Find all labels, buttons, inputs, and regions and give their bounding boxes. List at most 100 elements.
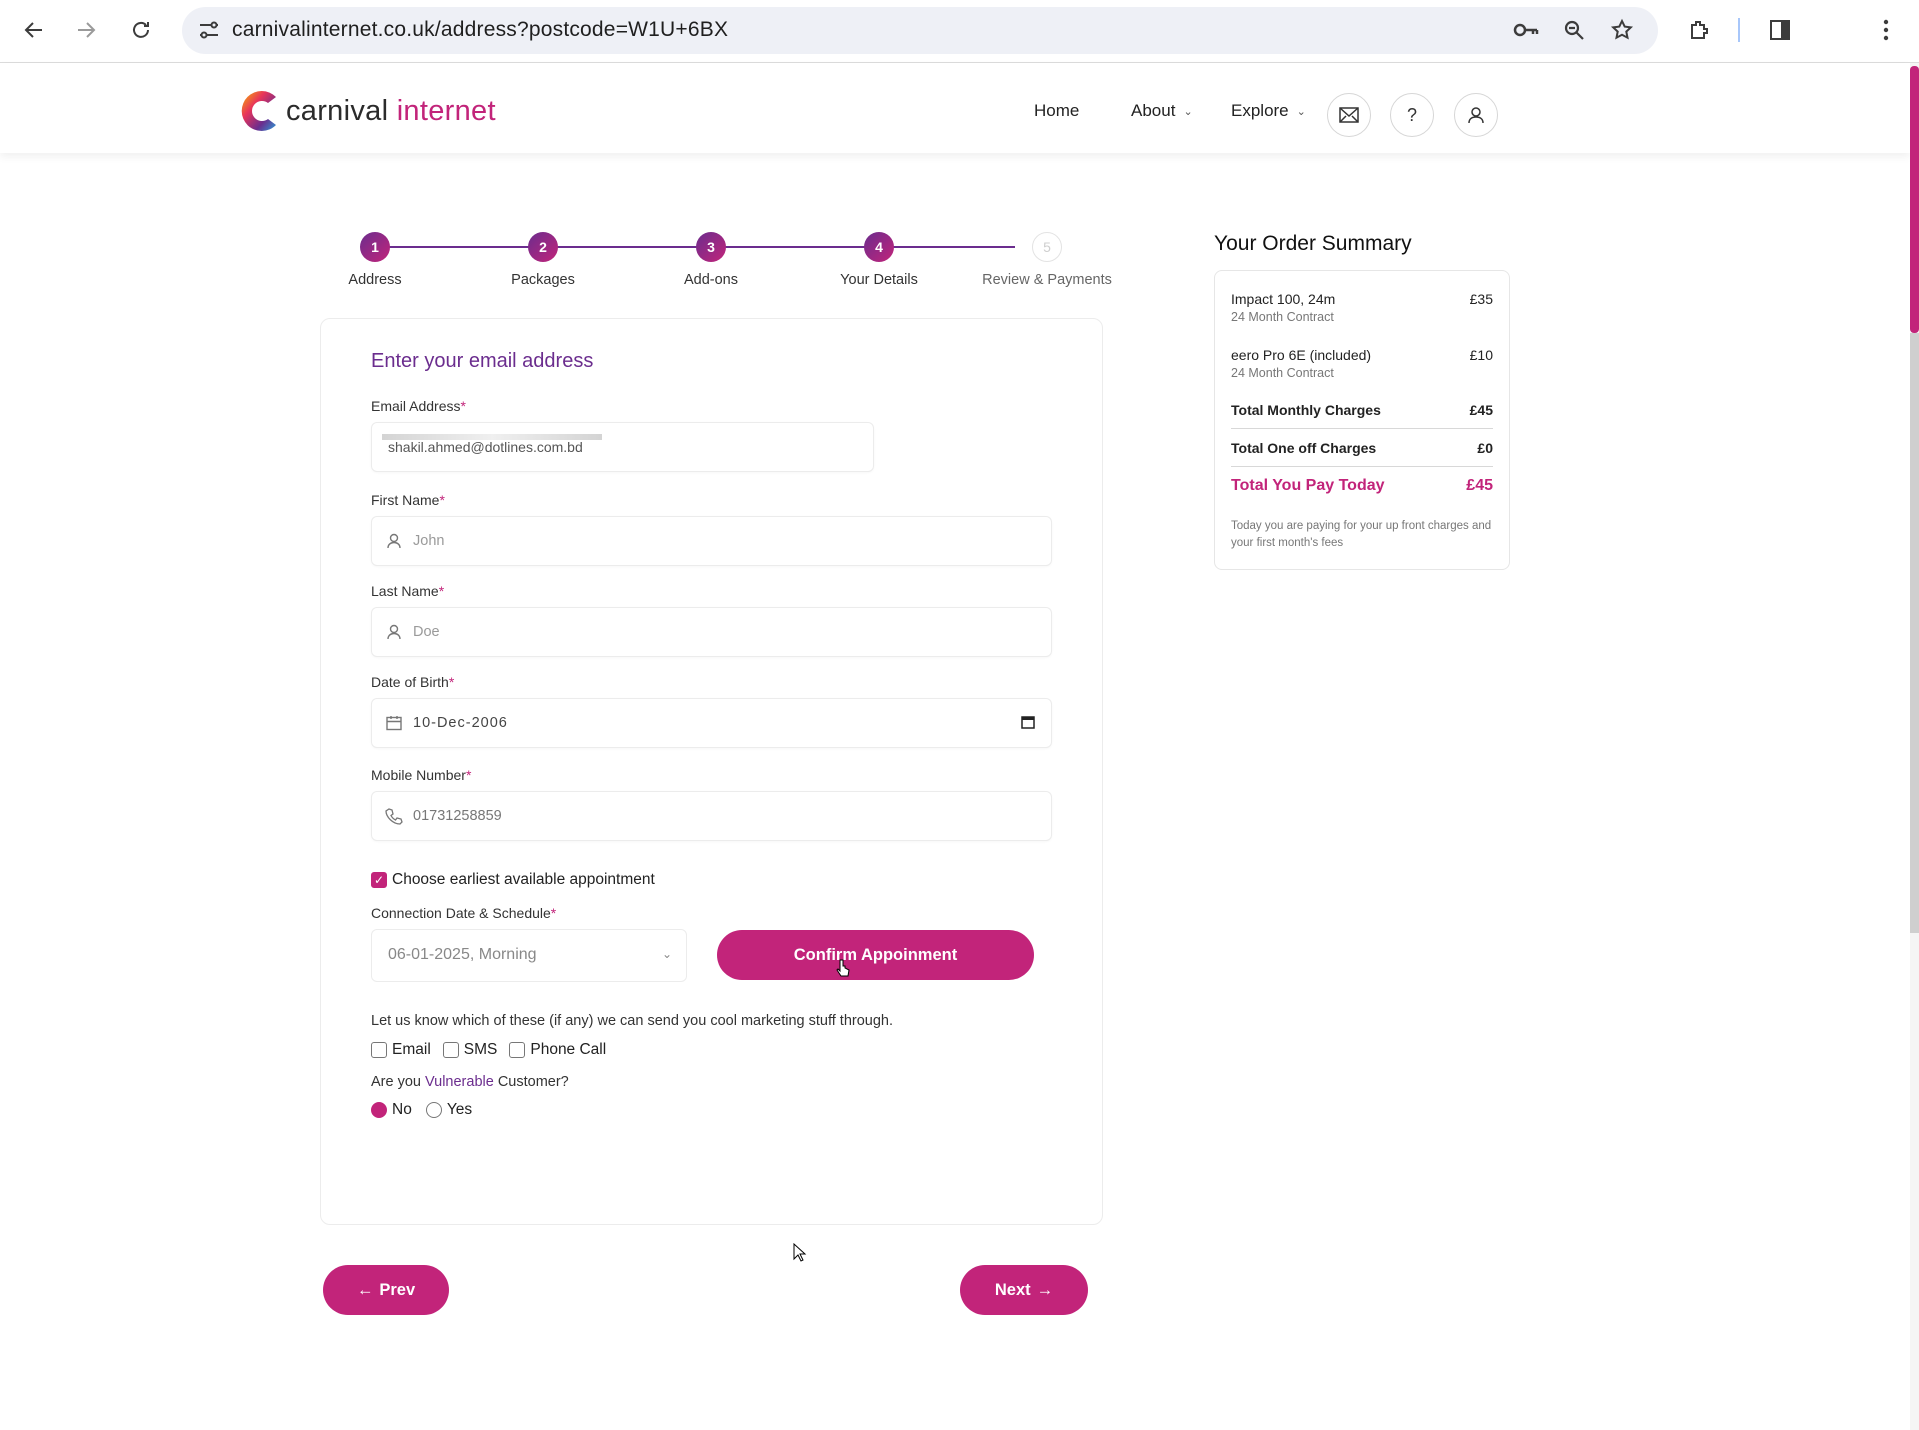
- vulnerable-yes-label[interactable]: Yes: [447, 1101, 472, 1119]
- mobile-field[interactable]: 01731258859: [371, 791, 1052, 841]
- date-picker-icon[interactable]: [1021, 715, 1035, 729]
- vulnerable-yes-radio[interactable]: [425, 1102, 442, 1118]
- order-summary-title: Your Order Summary: [1214, 232, 1412, 255]
- required-mark: *: [550, 905, 557, 921]
- marketing-phone-checkbox[interactable]: [509, 1042, 526, 1058]
- step-3-dot[interactable]: 3: [696, 232, 726, 262]
- help-button[interactable]: ?: [1390, 93, 1434, 137]
- connection-label-text: Connection Date & Schedule: [371, 905, 551, 921]
- order-summary-note: Today you are paying for your up front c…: [1231, 520, 1492, 549]
- step-3-label: Add-ons: [683, 272, 739, 288]
- marketing-email-label[interactable]: Email: [392, 1041, 431, 1059]
- prev-button[interactable]: ← Prev: [323, 1265, 449, 1315]
- next-button[interactable]: Next →: [960, 1265, 1088, 1315]
- earliest-appointment-row[interactable]: ✓ Choose earliest available appointment: [371, 871, 655, 889]
- side-panel-icon[interactable]: [1762, 12, 1798, 48]
- step-4-number: 4: [875, 239, 883, 255]
- toolbar-divider: [1738, 18, 1740, 42]
- step-1-number: 1: [371, 239, 379, 255]
- marketing-sms-label[interactable]: SMS: [464, 1041, 498, 1059]
- order-item-1-price: £35: [1469, 291, 1493, 307]
- account-button[interactable]: [1454, 93, 1498, 137]
- order-item-2: eero Pro 6E (included) £10: [1231, 347, 1493, 363]
- site-info-icon[interactable]: [196, 17, 222, 43]
- step-2-label: Packages: [511, 272, 575, 288]
- email-label-text: Email Address: [371, 398, 461, 414]
- order-item-1: Impact 100, 24m £35: [1231, 291, 1493, 307]
- user-icon: [387, 624, 401, 640]
- first-name-field[interactable]: John: [371, 516, 1052, 566]
- chevron-down-icon: ⌄: [661, 947, 672, 961]
- key-icon[interactable]: [1508, 12, 1544, 48]
- last-name-label: Last Name*: [371, 583, 444, 599]
- confirm-appointment-label: Confirm Appoinment: [793, 945, 958, 964]
- arrow-right-icon: →: [1036, 1280, 1054, 1299]
- scrollbar-track: [1910, 333, 1919, 933]
- browser-toolbar: carnivalinternet.co.uk/address?postcode=…: [0, 0, 1919, 63]
- vulnerable-link[interactable]: Vulnerable: [425, 1074, 494, 1090]
- nav-about[interactable]: About ⌄: [1131, 101, 1193, 121]
- required-mark: *: [460, 398, 466, 414]
- bookmark-star-icon[interactable]: [1604, 12, 1640, 48]
- forward-icon[interactable]: [68, 12, 104, 48]
- total-monthly-value: £45: [1469, 402, 1493, 418]
- dob-label: Date of Birth*: [371, 674, 454, 690]
- step-1-dot[interactable]: 1: [360, 232, 390, 262]
- chevron-down-icon: ⌄: [1183, 105, 1193, 118]
- total-one-off-label: Total One off Charges: [1231, 440, 1377, 456]
- total-one-off-value: £0: [1477, 440, 1493, 456]
- nav-home[interactable]: Home: [1034, 101, 1079, 121]
- nav-about-label: About: [1131, 101, 1176, 120]
- logo-word-carnival: carnival: [286, 94, 389, 127]
- vulnerable-no-label[interactable]: No: [392, 1101, 412, 1119]
- user-icon: [1468, 107, 1484, 124]
- step-2-dot[interactable]: 2: [528, 232, 558, 262]
- earliest-appointment-checkbox[interactable]: ✓: [371, 872, 387, 888]
- email-value: shakil.ahmed@dotlines.com.bd: [388, 439, 583, 455]
- required-mark: *: [465, 767, 472, 783]
- carnival-logo[interactable]: carnival internet: [238, 87, 496, 135]
- summary-divider: [1231, 428, 1493, 429]
- last-name-field[interactable]: Doe: [371, 607, 1052, 657]
- order-item-2-contract: 24 Month Contract: [1231, 366, 1334, 380]
- back-icon[interactable]: [16, 12, 52, 48]
- hand-cursor-icon: [836, 959, 850, 977]
- vulnerable-no-radio[interactable]: [371, 1102, 387, 1118]
- marketing-phone-label[interactable]: Phone Call: [530, 1041, 606, 1059]
- step-5-number: 5: [1043, 239, 1051, 255]
- first-name-label: First Name*: [371, 492, 445, 508]
- help-icon: ?: [1406, 104, 1417, 125]
- total-today-row: Total You Pay Today £45: [1231, 477, 1493, 495]
- checkout-stepper: 1 2 3 4 5 Address Packages Add-ons Your …: [340, 230, 1130, 300]
- logo-wordmark: carnival internet: [286, 95, 496, 128]
- next-label: Next: [994, 1280, 1031, 1299]
- confirm-appointment-button[interactable]: Confirm Appoinment: [717, 930, 1034, 980]
- connection-schedule-select[interactable]: 06-01-2025, Morning ⌄: [371, 929, 687, 982]
- browser-menu-icon[interactable]: [1868, 12, 1904, 48]
- step-4-dot[interactable]: 4: [864, 232, 894, 262]
- zoom-icon[interactable]: [1556, 12, 1592, 48]
- prev-label: Prev: [379, 1280, 416, 1299]
- order-item-2-name: eero Pro 6E (included): [1231, 347, 1372, 363]
- site-header: carnival internet Home About ⌄ Explore ⌄ ?: [0, 63, 1910, 153]
- nav-explore[interactable]: Explore ⌄: [1231, 101, 1306, 121]
- email-label: Email Address*: [371, 398, 466, 414]
- connection-schedule-value: 06-01-2025, Morning: [388, 946, 537, 963]
- reload-icon[interactable]: [123, 12, 159, 48]
- email-field[interactable]: shakil.ahmed@dotlines.com.bd: [371, 422, 874, 472]
- marketing-email-checkbox[interactable]: [371, 1042, 387, 1058]
- marketing-options: Email SMS Phone Call: [371, 1041, 606, 1059]
- arrow-cursor-icon: [793, 1243, 807, 1262]
- address-bar[interactable]: carnivalinternet.co.uk/address?postcode=…: [182, 7, 1658, 54]
- last-name-placeholder: Doe: [413, 624, 440, 640]
- mobile-label-text: Mobile Number: [371, 767, 466, 783]
- mail-button[interactable]: [1327, 93, 1371, 137]
- scrollbar-thumb[interactable]: [1910, 66, 1919, 333]
- extensions-icon[interactable]: [1681, 12, 1717, 48]
- vulnerable-question-post: Customer?: [493, 1074, 569, 1090]
- total-monthly-label: Total Monthly Charges: [1231, 402, 1381, 418]
- dob-field[interactable]: 10-Dec-2006: [371, 698, 1052, 748]
- mobile-label: Mobile Number*: [371, 767, 471, 783]
- mobile-value: 01731258859: [413, 808, 502, 824]
- marketing-sms-checkbox[interactable]: [442, 1042, 459, 1058]
